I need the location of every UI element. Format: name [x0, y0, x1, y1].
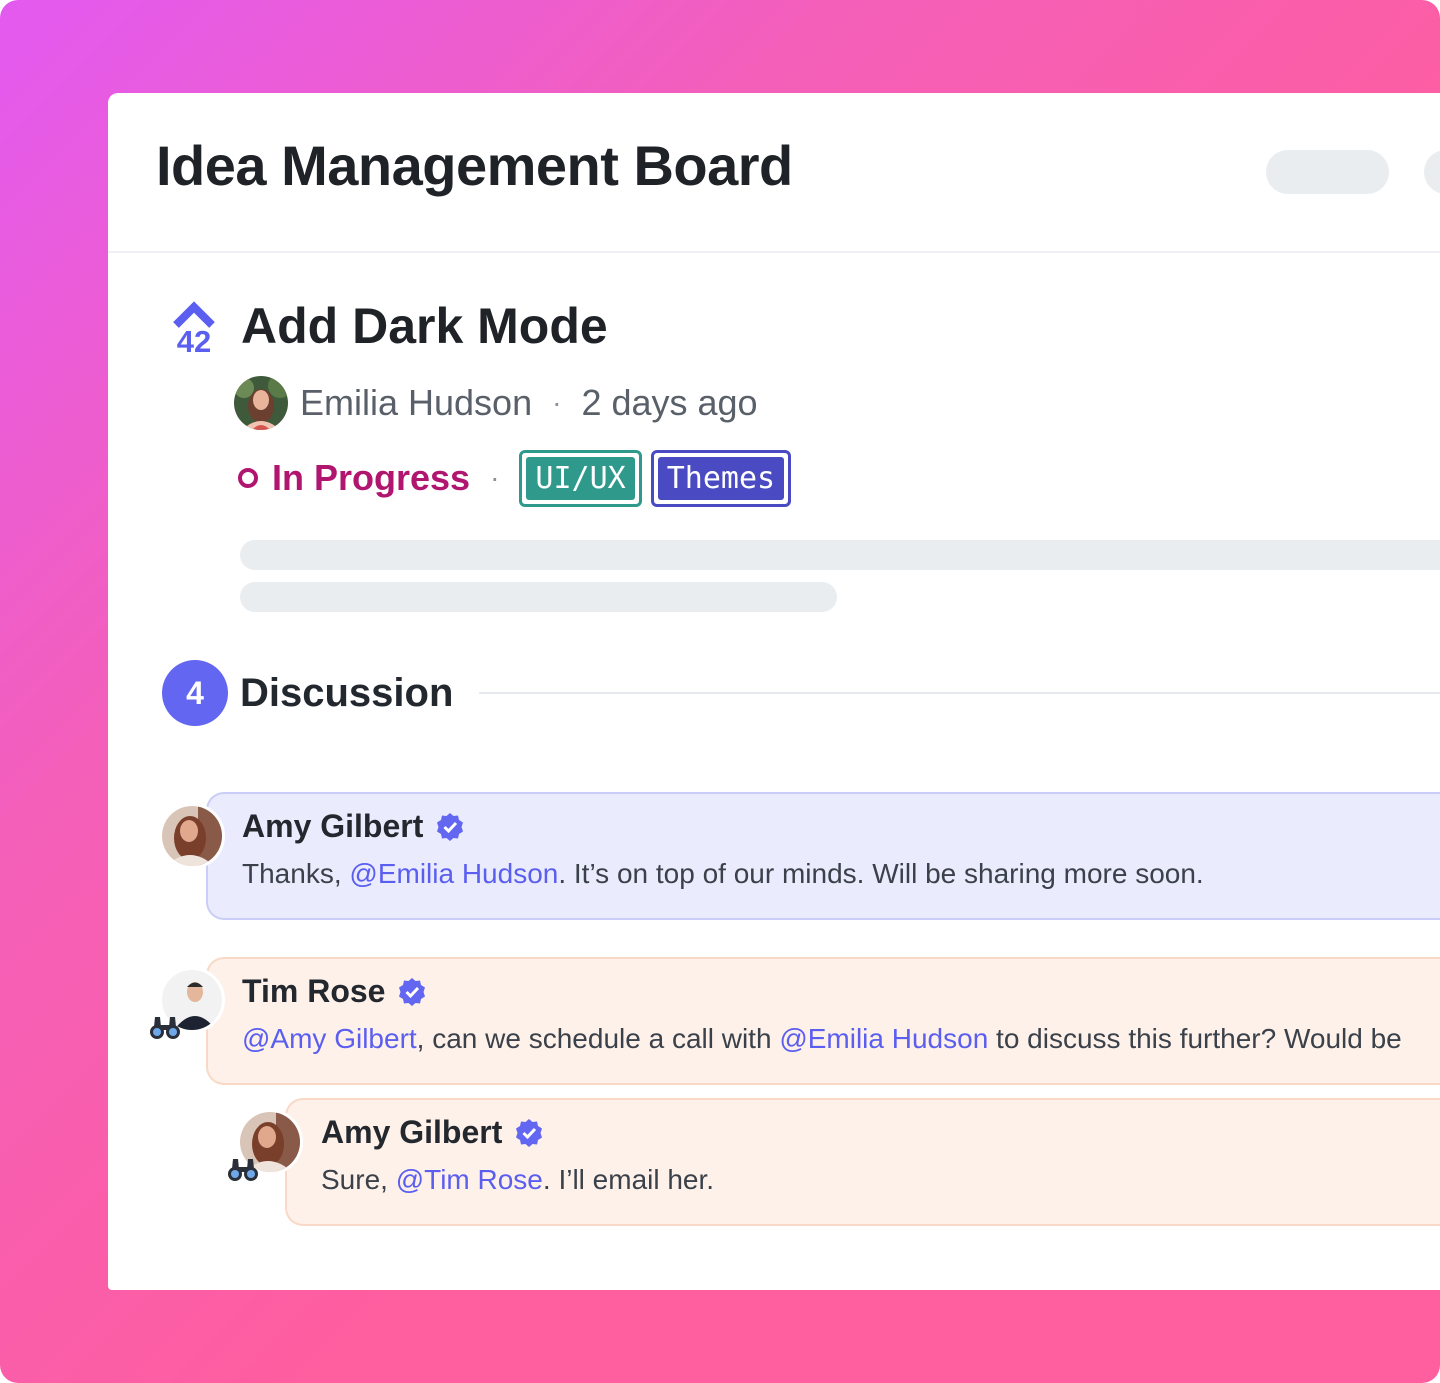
- comment-author[interactable]: Tim Rose: [242, 973, 385, 1010]
- reply-bubble: Amy Gilbert Sure, @Tim Rose. I’ll email …: [285, 1098, 1440, 1226]
- comment-author[interactable]: Amy Gilbert: [321, 1114, 502, 1151]
- discussion-header: 4 Discussion: [162, 660, 1440, 726]
- header-action-button-secondary[interactable]: [1424, 150, 1440, 194]
- tag-label: UI/UX: [526, 456, 635, 500]
- tag-themes[interactable]: Themes: [650, 449, 792, 507]
- page-title: Idea Management Board: [156, 134, 793, 197]
- discussion-title: Discussion: [240, 670, 454, 715]
- verified-badge-icon: [516, 1118, 543, 1147]
- mention-link[interactable]: @Emilia Hudson: [779, 1023, 988, 1054]
- author-avatar[interactable]: [234, 376, 288, 430]
- mention-link[interactable]: @Amy Gilbert: [242, 1023, 417, 1054]
- comment-author[interactable]: Amy Gilbert: [242, 808, 423, 845]
- status-circle-icon: [238, 468, 258, 488]
- comment-author-row: Amy Gilbert: [242, 808, 465, 845]
- comment-text: Sure, @Tim Rose. I’ll email her.: [321, 1164, 715, 1195]
- header-action-button[interactable]: [1266, 150, 1389, 194]
- divider: [479, 692, 1440, 694]
- status-row: In Progress · UI/UX Themes: [238, 449, 800, 507]
- commenter-avatar[interactable]: [159, 803, 225, 869]
- status-separator: ·: [490, 462, 500, 493]
- tag-ui-ux[interactable]: UI/UX: [519, 449, 642, 507]
- verified-badge-icon: [399, 977, 426, 1006]
- idea-title: Add Dark Mode: [241, 298, 608, 354]
- comment-author-row: Tim Rose: [242, 973, 427, 1010]
- mention-link[interactable]: @Tim Rose: [396, 1164, 543, 1195]
- comment-text: @Amy Gilbert, can we schedule a call wit…: [242, 1023, 1402, 1054]
- idea-meta: Emilia Hudson · 2 days ago: [234, 375, 758, 431]
- meta-separator: ·: [552, 387, 562, 418]
- description-placeholder-line: [240, 540, 1440, 570]
- comment-bubble: Amy Gilbert Thanks, @Emilia Hudson. It’s…: [206, 792, 1440, 920]
- posted-time: 2 days ago: [581, 382, 758, 423]
- status-badge[interactable]: In Progress: [272, 457, 470, 499]
- binoculars-icon: [150, 1017, 180, 1039]
- vote-count: 42: [176, 324, 212, 359]
- upvote-button[interactable]: 42: [170, 301, 218, 357]
- comment-bubble: Tim Rose @Amy Gilbert, can we schedule a…: [206, 957, 1440, 1085]
- mention-link[interactable]: @Emilia Hudson: [349, 858, 558, 889]
- tag-label: Themes: [657, 456, 785, 500]
- comment-count-badge: 4: [162, 660, 228, 726]
- verified-badge-icon: [437, 812, 464, 841]
- board-header: Idea Management Board: [108, 93, 1440, 253]
- binoculars-icon: [228, 1159, 258, 1181]
- comment-text: Thanks, @Emilia Hudson. It’s on top of o…: [242, 858, 1204, 889]
- description-placeholder-line: [240, 582, 837, 612]
- author-name[interactable]: Emilia Hudson: [300, 382, 532, 424]
- comment-author-row: Amy Gilbert: [321, 1114, 544, 1151]
